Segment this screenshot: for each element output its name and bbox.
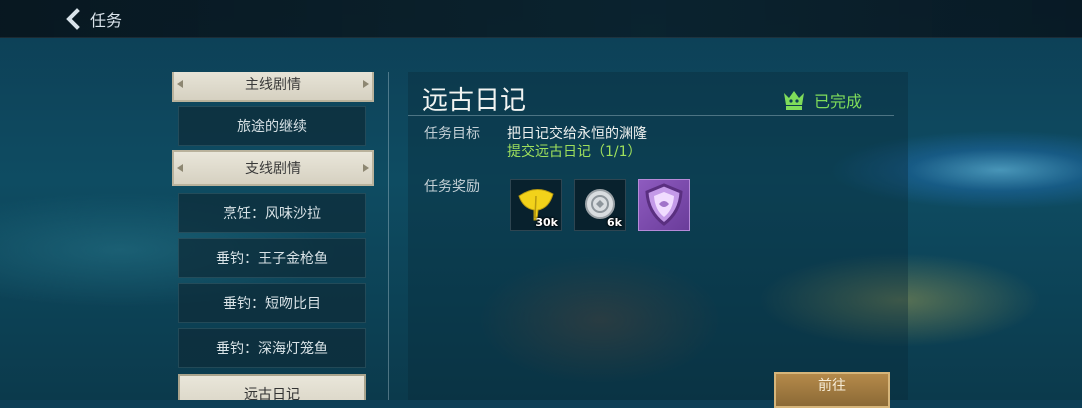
goal-progress: 提交远古日记（1/1） [507,144,642,160]
back-label: 任务 [90,11,123,30]
goal-label: 任务目标 [424,126,480,142]
crown-badge-icon [784,91,804,110]
quest-item[interactable]: 垂钓：王子金枪鱼 [178,238,366,278]
reward-count: 30k [535,216,558,229]
reward-slot[interactable]: 30k [510,179,562,231]
quest-title: 远古日记 [422,86,527,116]
purple-shield-icon [645,183,683,226]
back-button[interactable]: 任务 [64,6,134,32]
quest-item-selected[interactable]: 远古日记 [178,374,366,400]
chevron-left-icon [66,8,80,30]
divider [388,72,389,400]
reward-label: 任务奖励 [424,179,480,195]
goal-text: 把日记交给永恒的渊隆 [507,126,647,142]
completed-status: 已完成 [782,88,862,112]
reward-slot[interactable]: 6k [574,179,626,231]
status-label: 已完成 [814,92,863,111]
reward-slot[interactable] [638,179,690,231]
category-main-quest[interactable]: 主线剧情 [172,72,374,102]
category-side-quest[interactable]: 支线剧情 [172,150,374,186]
reward-count: 6k [607,216,622,229]
quest-item[interactable]: 垂钓：深海灯笼鱼 [178,328,366,368]
quest-item[interactable]: 旅途的继续 [178,106,366,146]
top-bar: 任务 [0,0,1082,38]
quest-detail-panel [408,72,908,400]
quest-list[interactable]: 主线剧情 旅途的继续 支线剧情 烹饪：风味沙拉 垂钓：王子金枪鱼 垂钓：短吻比目… [170,72,376,400]
quest-item[interactable]: 垂钓：短吻比目 [178,283,366,323]
quest-item[interactable]: 烹饪：风味沙拉 [178,193,366,233]
title-underline [408,115,894,116]
go-button[interactable]: 前往 [774,372,890,408]
